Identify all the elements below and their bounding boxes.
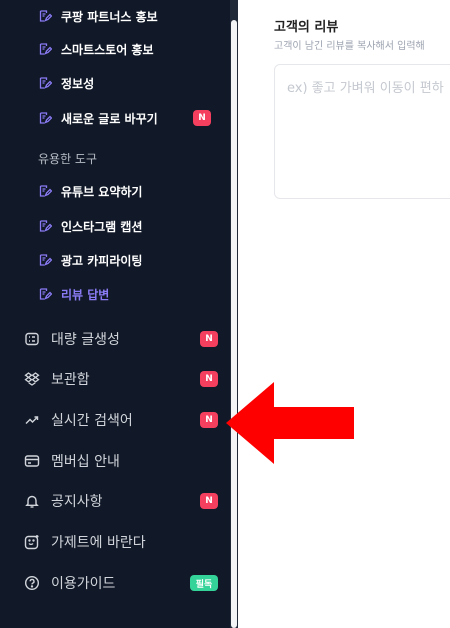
edit-note-icon bbox=[38, 219, 52, 233]
sidebar-item-label: 보관함 bbox=[51, 372, 90, 388]
dropbox-icon bbox=[24, 371, 40, 387]
sidebar-item-notice[interactable]: 공지사항 bbox=[24, 490, 103, 512]
bell-icon bbox=[24, 493, 40, 509]
sidebar-item-label: 공지사항 bbox=[51, 494, 103, 510]
sidebar-item-youtube-summary[interactable]: 유튜브 요약하기 bbox=[38, 181, 142, 201]
sidebar-item-feedback[interactable]: 가제트에 바란다 bbox=[24, 531, 146, 553]
edit-note-icon bbox=[38, 42, 52, 56]
sidebar-item-label: 광고 카피라이팅 bbox=[61, 253, 143, 268]
new-badge: N bbox=[200, 412, 218, 428]
sidebar-item-label: 쿠팡 파트너스 홍보 bbox=[61, 9, 158, 24]
sidebar-item-rewrite[interactable]: 새로운 글로 바꾸기 bbox=[38, 108, 158, 128]
review-input[interactable]: ex) 좋고 가벼워 이동이 편하 bbox=[274, 64, 450, 199]
trending-icon bbox=[24, 412, 40, 428]
help-icon bbox=[24, 575, 40, 591]
edit-note-icon bbox=[38, 287, 52, 301]
review-section-description: 고객이 남긴 리뷰를 복사해서 입력해 bbox=[274, 41, 425, 52]
sidebar-item-bulk-generate[interactable]: 대량 글생성 bbox=[24, 328, 120, 350]
sidebar-scrollbar-thumb[interactable] bbox=[231, 20, 237, 628]
sidebar-item-label: 스마트스토어 홍보 bbox=[61, 42, 154, 57]
edit-note-icon bbox=[38, 9, 52, 23]
sidebar-item-label: 정보성 bbox=[61, 76, 95, 91]
tools-section-label: 유용한 도구 bbox=[38, 152, 98, 166]
sidebar-item-ad-copywriting[interactable]: 광고 카피라이팅 bbox=[38, 250, 142, 270]
sidebar-item-trending[interactable]: 실시간 검색어 bbox=[24, 409, 133, 431]
sidebar-item-label: 멤버십 안내 bbox=[51, 454, 120, 470]
sidebar-item-coupang-partners[interactable]: 쿠팡 파트너스 홍보 bbox=[38, 6, 158, 26]
sidebar-item-archive[interactable]: 보관함 bbox=[24, 368, 90, 390]
sidebar-item-informational[interactable]: 정보성 bbox=[38, 73, 94, 93]
edit-note-icon bbox=[38, 76, 52, 90]
sidebar-item-instagram-caption[interactable]: 인스타그램 캡션 bbox=[38, 216, 142, 236]
edit-note-icon bbox=[38, 111, 52, 125]
list-icon bbox=[24, 331, 40, 347]
sidebar-item-label: 이용가이드 bbox=[51, 576, 116, 592]
smile-icon bbox=[24, 534, 40, 550]
red-arrow-annotation bbox=[226, 382, 354, 464]
review-input-placeholder: ex) 좋고 가벼워 이동이 편하 bbox=[287, 81, 444, 96]
sidebar: 쿠팡 파트너스 홍보 스마트스토어 홍보 정보성 새로운 글로 바꾸기 N 유용… bbox=[0, 0, 230, 628]
sidebar-item-membership[interactable]: 멤버십 안내 bbox=[24, 450, 120, 472]
sidebar-item-guide[interactable]: 이용가이드 bbox=[24, 572, 115, 594]
review-section-title: 고객의 리뷰 bbox=[274, 20, 339, 35]
must-read-badge: 필독 bbox=[190, 575, 218, 591]
new-badge: N bbox=[200, 371, 218, 387]
new-badge: N bbox=[200, 493, 218, 509]
sidebar-item-label: 실시간 검색어 bbox=[51, 413, 133, 429]
new-badge: N bbox=[200, 331, 218, 347]
sidebar-item-smartstore[interactable]: 스마트스토어 홍보 bbox=[38, 39, 154, 59]
sidebar-item-label: 인스타그램 캡션 bbox=[61, 219, 143, 234]
sidebar-item-label: 리뷰 답변 bbox=[61, 287, 110, 302]
card-icon bbox=[24, 453, 40, 469]
sidebar-item-review-reply[interactable]: 리뷰 답변 bbox=[38, 284, 109, 304]
sidebar-item-label: 새로운 글로 바꾸기 bbox=[61, 111, 158, 126]
sidebar-item-label: 가제트에 바란다 bbox=[51, 535, 146, 551]
sidebar-item-label: 유튜브 요약하기 bbox=[61, 184, 143, 199]
new-badge: N bbox=[193, 110, 211, 126]
sidebar-item-label: 대량 글생성 bbox=[51, 332, 120, 348]
edit-note-icon bbox=[38, 253, 52, 267]
edit-note-icon bbox=[38, 184, 52, 198]
